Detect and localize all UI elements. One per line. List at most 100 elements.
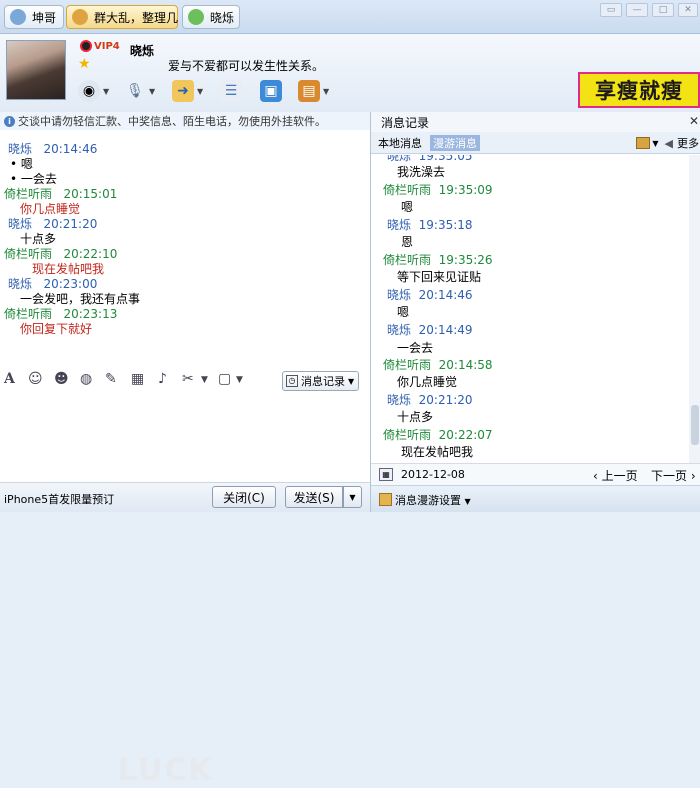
safety-notice: i 交谈中请勿轻信汇款、中奖信息、陌生电话，勿使用外挂软件。: [0, 112, 370, 130]
remote-assist-button[interactable]: ▣: [260, 78, 282, 104]
tab-group[interactable]: 群大乱，整理几: [66, 5, 178, 29]
sender-name: 倚栏听雨: [4, 307, 53, 321]
next-page-link[interactable]: 下一页 ›: [651, 467, 696, 484]
clock-icon: ◷: [286, 375, 298, 387]
vip-badge[interactable]: VIP4: [80, 40, 120, 52]
shake-window-icon[interactable]: ◍: [80, 371, 92, 387]
promo-link[interactable]: iPhone5首发限量预订: [4, 491, 114, 507]
sender-name: 倚栏听雨: [383, 183, 432, 197]
tab-label: 坤哥: [32, 10, 57, 25]
qq-penguin-icon: [80, 40, 92, 52]
contact-avatar[interactable]: [6, 40, 66, 100]
screenshot-scissors-icon[interactable]: ✂: [182, 371, 194, 387]
message-time: 19:35:05: [418, 155, 473, 163]
font-icon[interactable]: A: [4, 371, 15, 387]
history-text: 嗯: [401, 200, 414, 214]
history-text: 嗯: [397, 305, 410, 319]
tab-roaming-messages[interactable]: 漫游消息: [430, 135, 480, 151]
group-avatar-icon: [72, 9, 88, 25]
minimize-icon[interactable]: —: [626, 3, 648, 17]
send-button[interactable]: 发送(S): [285, 486, 343, 508]
history-text: 恩: [401, 235, 414, 249]
magic-emoji-icon[interactable]: ☻: [54, 371, 69, 387]
contact-header: VIP4 ★ 晓烁 爱与不爱都可以发生性关系。 ◉ ▼ 🎙 ▼ ➜ ▼ ☰ ▣ ▤ ▼ …: [0, 34, 700, 112]
history-entry-header: 倚栏听雨 19:35:09: [383, 181, 493, 198]
close-window-icon[interactable]: ✕: [678, 3, 698, 17]
vip-label: VIP4: [94, 41, 120, 52]
apps-button[interactable]: ▤ ▼: [298, 78, 329, 104]
emoji-icon[interactable]: ☺: [28, 371, 43, 387]
close-history-icon[interactable]: ✕: [689, 114, 699, 128]
create-discussion-button[interactable]: ☰: [220, 78, 242, 104]
maximize-icon[interactable]: □: [652, 3, 674, 17]
chevron-down-icon: ▼: [103, 86, 110, 96]
history-text: 十点多: [397, 410, 434, 424]
history-entry-header: 晓烁 20:14:46: [387, 286, 473, 303]
roaming-settings-label: 消息漫游设置: [395, 494, 461, 507]
conversation-tab-bar: 坤哥 群大乱，整理几 晓烁 ▭ — □ ✕: [0, 0, 700, 34]
close-button[interactable]: 关闭(C): [212, 486, 276, 508]
contact-nickname: 晓烁: [130, 44, 155, 58]
history-tabs: 本地消息 漫游消息 ▼ ◀ 更多: [371, 132, 700, 154]
image-icon[interactable]: ▦: [131, 371, 144, 387]
safety-notice-text: 交谈中请勿轻信汇款、中奖信息、陌生电话，勿使用外挂软件。: [18, 115, 326, 128]
chevron-down-icon[interactable]: ▼: [236, 375, 243, 385]
sender-name: 晓烁: [387, 393, 412, 407]
message-time: 20:22:07: [438, 428, 493, 442]
contact-avatar-icon: [10, 9, 26, 25]
roaming-settings-button[interactable]: 消息漫游设置 ▼: [395, 492, 471, 508]
scroll-thumb[interactable]: [691, 405, 699, 445]
chevron-down-icon: ▼: [348, 376, 355, 386]
voice-call-button[interactable]: 🎙 ▼: [124, 78, 155, 104]
prev-page-label: 上一页: [601, 469, 638, 483]
video-call-button[interactable]: ◉ ▼: [78, 78, 109, 104]
graffiti-icon[interactable]: ✎: [105, 371, 117, 387]
sender-name: 倚栏听雨: [383, 428, 432, 442]
info-icon: i: [4, 115, 15, 127]
history-pane: 消息记录 ✕ 本地消息 漫游消息 ▼ ◀ 更多 晓烁 19:35:05 我洗澡去…: [370, 112, 700, 512]
send-options-chevron-icon[interactable]: ▼: [343, 486, 362, 508]
chevron-down-icon: ▼: [323, 86, 330, 96]
send-file-button[interactable]: ➜ ▼: [172, 78, 203, 104]
export-icon[interactable]: [636, 137, 651, 149]
history-nav: ▦ 2012-12-08 ‹ 上一页 下一页 ›: [371, 463, 700, 485]
ad-banner[interactable]: 享瘦就瘦: [578, 72, 700, 108]
message-time: 19:35:09: [438, 183, 493, 197]
star-icon: ★: [78, 56, 91, 72]
tab-local-messages[interactable]: 本地消息: [375, 135, 425, 151]
history-title: 消息记录: [381, 115, 430, 130]
message-add-icon: ☰: [220, 80, 242, 102]
message-text: 你回复下就好: [20, 322, 93, 336]
music-icon[interactable]: ♪: [158, 371, 167, 387]
skin-icon[interactable]: ▭: [600, 3, 622, 17]
message-time: 20:21:20: [418, 393, 473, 407]
more-link[interactable]: 更多: [677, 135, 699, 151]
tab-label: 群大乱，整理几: [94, 10, 179, 25]
webcam-icon: ◉: [78, 80, 100, 102]
history-tools: ▼ ◀ 更多: [636, 135, 699, 151]
history-scrollbar[interactable]: [689, 155, 700, 463]
history-footer: 消息漫游设置 ▼: [371, 485, 700, 512]
tab-kunge[interactable]: 坤哥: [4, 5, 64, 29]
history-entry-header: 晓烁 20:14:49: [387, 321, 473, 338]
toolbox-icon[interactable]: ▢: [218, 371, 231, 387]
history-text: 等下回来见证贴: [397, 270, 482, 284]
history-list: 晓烁 19:35:05 我洗澡去 倚栏听雨 19:35:09 嗯 晓烁 19:3…: [371, 155, 689, 463]
history-entry-header: 晓烁 20:21:20: [387, 391, 473, 408]
speaker-icon[interactable]: ◀: [665, 137, 673, 150]
message-time: 19:35:26: [438, 253, 493, 267]
history-date[interactable]: 2012-12-08: [401, 468, 465, 481]
tab-xiaoshuo[interactable]: 晓烁: [182, 5, 240, 29]
history-entry-header: 倚栏听雨 20:14:58: [383, 356, 493, 373]
sender-name: 倚栏听雨: [4, 247, 53, 261]
chevron-down-icon: ▼: [464, 497, 471, 506]
message-time: 20:23:13: [63, 307, 118, 321]
message-history-button[interactable]: ◷ 消息记录 ▼: [282, 371, 359, 391]
history-entry-header: 晓烁 19:35:18: [387, 216, 473, 233]
contact-avatar-icon: [188, 9, 204, 25]
message-input[interactable]: LUCK: [0, 396, 370, 788]
chevron-down-icon[interactable]: ▼: [201, 375, 208, 385]
calendar-icon[interactable]: ▦: [379, 468, 393, 481]
prev-page-link[interactable]: ‹ 上一页: [593, 467, 638, 484]
chevron-down-icon[interactable]: ▼: [652, 139, 658, 148]
